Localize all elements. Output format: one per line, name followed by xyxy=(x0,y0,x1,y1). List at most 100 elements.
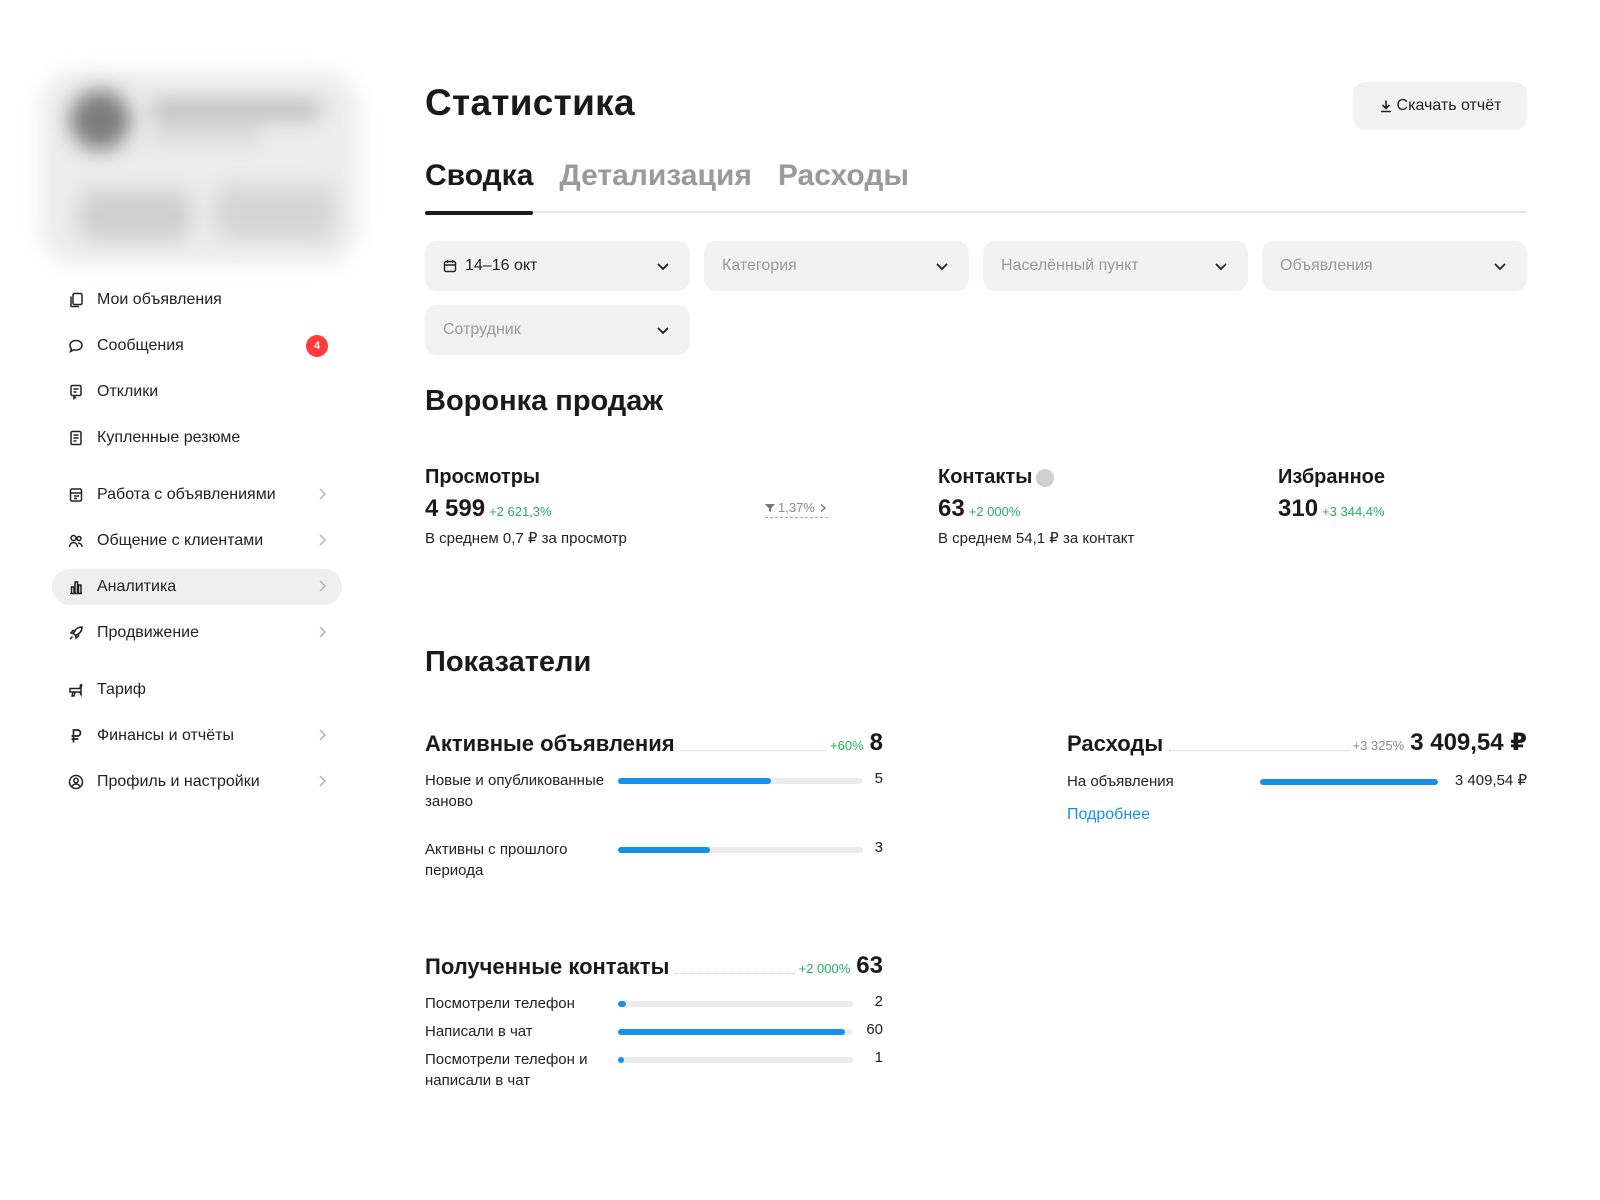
sidebar-item-label: Отклики xyxy=(97,383,159,400)
bar-value: 5 xyxy=(874,770,883,787)
bar-fill xyxy=(618,847,710,853)
bar-track xyxy=(618,1001,853,1007)
sidebar-item-ads-work[interactable]: Работа с объявлениями xyxy=(52,477,342,513)
active-ads-title: Активные объявления xyxy=(425,731,677,757)
resume-icon xyxy=(67,429,85,447)
ad-copy-icon xyxy=(67,291,85,309)
active-ads-block: Активные объявления +60% 8 xyxy=(425,727,883,757)
download-report-label: Скачать отчёт xyxy=(1396,97,1502,114)
chevron-right-icon xyxy=(319,580,327,592)
sidebar-item-clients[interactable]: Общение с клиентами xyxy=(52,523,342,559)
sidebar-item-analytics[interactable]: Аналитика xyxy=(52,569,342,605)
indicators-title: Показатели xyxy=(425,646,592,678)
sidebar-item-label: Продвижение xyxy=(97,624,199,641)
bar-track xyxy=(618,778,863,784)
ads-placeholder: Объявления xyxy=(1280,257,1373,274)
sidebar-item-label: Сообщения xyxy=(97,337,184,354)
expenses-delta: +3 325% xyxy=(1352,738,1405,753)
bar-row: Посмотрели телефон и написали в чат 1 xyxy=(425,1049,883,1091)
sidebar-item-bought-resumes[interactable]: Купленные резюме xyxy=(52,420,342,456)
tab-expenses[interactable]: Расходы xyxy=(778,155,909,213)
locality-placeholder: Населённый пункт xyxy=(1001,257,1139,274)
active-ads-value: 8 xyxy=(869,729,883,756)
tab-bar: Сводка Детализация Расходы xyxy=(425,155,1527,215)
views-label: Просмотры xyxy=(425,466,541,488)
sidebar-item-tariff[interactable]: Тариф xyxy=(52,672,342,708)
bar-label: На объявления xyxy=(1067,773,1174,790)
bar-row: Написали в чат 60 xyxy=(425,1021,883,1043)
date-range-select[interactable]: 14–16 окт xyxy=(425,241,690,291)
download-report-button[interactable]: Скачать отчёт xyxy=(1353,82,1527,130)
sidebar-item-profile-settings[interactable]: Профиль и настройки xyxy=(52,764,342,800)
rocket-icon xyxy=(67,624,85,642)
bar-value: 3 409,54 ₽ xyxy=(1454,772,1527,789)
tab-summary[interactable]: Сводка xyxy=(425,155,534,215)
responses-icon xyxy=(67,383,85,401)
sidebar-item-responses[interactable]: Отклики xyxy=(52,374,342,410)
profile-icon xyxy=(67,773,85,791)
locality-select[interactable]: Населённый пункт xyxy=(983,241,1248,291)
sidebar-item-my-ads[interactable]: Мои объявления xyxy=(52,282,342,318)
views-value: 4 599 xyxy=(425,495,486,522)
sidebar-item-label: Аналитика xyxy=(97,578,177,595)
received-contacts-value: 63 xyxy=(856,952,883,979)
bar-label: Посмотрели телефон и написали в чат xyxy=(425,1051,588,1089)
chevron-down-icon xyxy=(1215,263,1227,271)
chevron-right-icon xyxy=(319,729,327,741)
bar-value: 60 xyxy=(866,1021,883,1038)
date-range-value: 14–16 окт xyxy=(465,257,538,274)
views-note: В среднем 0,7 ₽ за просмотр xyxy=(425,530,627,547)
received-contacts-block: Полученные контакты +2 000% 63 xyxy=(425,950,883,980)
received-contacts-title: Полученные контакты xyxy=(425,954,672,980)
profile-card-blurred[interactable] xyxy=(40,70,358,265)
bar-track xyxy=(618,847,863,853)
contacts-note: В среднем 54,1 ₽ за контакт xyxy=(938,530,1135,547)
chevron-right-icon xyxy=(820,503,826,512)
bar-label: Написали в чат xyxy=(425,1023,533,1040)
bar-row: Новые и опубликованные заново 5 xyxy=(425,770,883,833)
unread-badge: 4 xyxy=(306,335,328,357)
help-icon[interactable] xyxy=(1036,468,1055,487)
contacts-label: Контакты xyxy=(938,466,1033,488)
sidebar-item-promotion[interactable]: Продвижение xyxy=(52,615,342,651)
sidebar-item-label: Тариф xyxy=(97,681,146,698)
bar-track xyxy=(1260,779,1438,785)
favorites-label: Избранное xyxy=(1278,466,1386,488)
chat-bubble-icon xyxy=(67,337,85,355)
bar-row: На объявления 3 409,54 ₽ xyxy=(1067,771,1527,793)
bar-value: 3 xyxy=(874,839,883,856)
bar-fill xyxy=(1260,779,1438,785)
sidebar-nav: Мои объявления Сообщения 4 Отклики Купле… xyxy=(52,282,342,810)
received-contacts-delta: +2 000% xyxy=(798,961,851,976)
tariff-icon xyxy=(67,681,85,699)
ads-select[interactable]: Объявления xyxy=(1262,241,1527,291)
chevron-down-icon xyxy=(657,327,669,335)
chevron-right-icon xyxy=(319,488,327,500)
expenses-block: Расходы +3 325% 3 409,54 ₽ xyxy=(1067,727,1527,757)
category-placeholder: Категория xyxy=(722,257,797,274)
category-select[interactable]: Категория xyxy=(704,241,969,291)
expenses-title: Расходы xyxy=(1067,731,1166,757)
favorites-metric: Избранное 310 +3 344,4% xyxy=(1278,466,1385,523)
employee-select[interactable]: Сотрудник xyxy=(425,305,690,355)
sidebar-item-messages[interactable]: Сообщения 4 xyxy=(52,328,342,364)
chevron-down-icon xyxy=(657,263,669,271)
conversion-rate-link[interactable]: 1,37% xyxy=(765,500,828,518)
tab-details[interactable]: Детализация xyxy=(559,155,752,213)
sidebar-item-finance[interactable]: Финансы и отчёты xyxy=(52,718,342,754)
clients-icon xyxy=(67,532,85,550)
bar-value: 2 xyxy=(874,993,883,1010)
chevron-right-icon xyxy=(319,534,327,546)
sidebar-item-label: Общение с клиентами xyxy=(97,532,264,549)
more-details-link[interactable]: Подробнее xyxy=(1067,806,1150,824)
bar-value: 1 xyxy=(874,1049,883,1066)
employee-placeholder: Сотрудник xyxy=(443,321,521,338)
contacts-delta: +2 000% xyxy=(968,504,1021,519)
bar-row: Посмотрели телефон 2 xyxy=(425,993,883,1015)
sidebar-item-label: Купленные резюме xyxy=(97,429,241,446)
bar-label: Посмотрели телефон xyxy=(425,995,575,1012)
ruble-icon xyxy=(67,727,85,745)
funnel-title: Воронка продаж xyxy=(425,385,663,417)
views-delta: +2 621,3% xyxy=(489,504,552,519)
active-ads-delta: +60% xyxy=(830,738,864,753)
